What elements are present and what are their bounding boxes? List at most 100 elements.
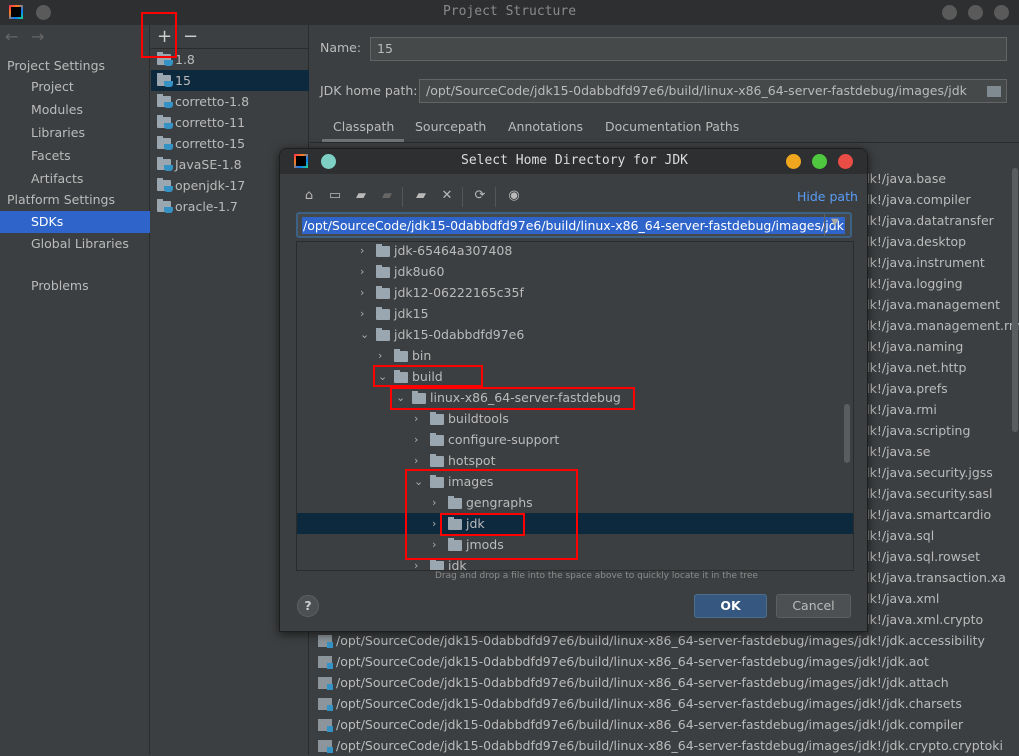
browse-folder-icon[interactable] bbox=[987, 86, 1001, 97]
chevron-right-icon[interactable]: › bbox=[360, 242, 370, 261]
jdk-folder-icon bbox=[157, 178, 173, 192]
chevron-right-icon[interactable]: › bbox=[360, 303, 370, 324]
sidebar-item-libraries[interactable]: Libraries bbox=[0, 122, 150, 144]
chevron-right-icon[interactable]: › bbox=[414, 429, 424, 450]
folder-icon bbox=[376, 265, 390, 278]
path-input[interactable]: /opt/SourceCode/jdk15-0dabbdfd97e6/build… bbox=[302, 217, 845, 234]
folder-icon bbox=[430, 412, 444, 425]
remove-sdk-button[interactable]: − bbox=[183, 26, 198, 47]
chevron-right-icon[interactable]: › bbox=[414, 408, 424, 429]
section-project-settings: Project Settings bbox=[7, 58, 106, 73]
folder-icon bbox=[430, 559, 444, 570]
tree-node[interactable]: › bin bbox=[297, 345, 853, 366]
forward-arrow-icon[interactable]: → bbox=[31, 27, 44, 46]
sidebar-item-problems[interactable]: Problems bbox=[0, 275, 150, 297]
ok-button[interactable]: OK bbox=[694, 594, 767, 618]
tree-node[interactable]: › jdk15 bbox=[297, 303, 853, 324]
chevron-right-icon[interactable]: › bbox=[360, 282, 370, 303]
chevron-right-icon[interactable]: › bbox=[360, 261, 370, 282]
tree-node-label: hotspot bbox=[448, 453, 496, 468]
name-label: Name: bbox=[320, 40, 362, 55]
sidebar-item-sdks[interactable]: SDKs bbox=[0, 211, 150, 233]
highlight-add-button bbox=[141, 12, 177, 58]
classpath-path: /opt/SourceCode/jdk15-0dabbdfd97e6/build… bbox=[336, 696, 962, 711]
folder-icon bbox=[430, 454, 444, 467]
jdk-home-label: JDK home path: bbox=[320, 83, 418, 98]
highlight-linux-x86-64 bbox=[390, 387, 635, 410]
sdk-item-label: corretto-1.8 bbox=[175, 94, 250, 109]
classpath-scrollbar[interactable] bbox=[1012, 168, 1018, 432]
home-icon[interactable]: ⌂ bbox=[302, 189, 316, 203]
sidebar-item-facets[interactable]: Facets bbox=[0, 145, 150, 167]
highlight-build bbox=[373, 365, 483, 387]
minimize-button[interactable] bbox=[786, 154, 801, 169]
close-button[interactable] bbox=[994, 5, 1009, 20]
maximize-button[interactable] bbox=[968, 5, 983, 20]
project-folder-icon[interactable]: ▰ bbox=[354, 189, 368, 203]
jdk-folder-icon bbox=[157, 157, 173, 171]
chevron-right-icon[interactable]: › bbox=[414, 450, 424, 471]
sdk-item-label: openjdk-17 bbox=[175, 178, 246, 193]
dialog-title-bar: Select Home Directory for JDK bbox=[280, 149, 867, 174]
tree-node[interactable]: › jdk8u60 bbox=[297, 261, 853, 282]
tree-node[interactable]: › configure-support bbox=[297, 429, 853, 450]
chevron-down-icon[interactable]: ⌄ bbox=[360, 324, 370, 345]
tree-node-label: jdk12-06222165c35f bbox=[394, 285, 524, 300]
close-button[interactable] bbox=[838, 154, 853, 169]
refresh-icon[interactable]: ⟳ bbox=[473, 189, 487, 203]
delete-icon[interactable]: ✕ bbox=[440, 189, 454, 203]
sdk-item[interactable]: corretto-11 bbox=[151, 112, 309, 133]
sidebar-item-project[interactable]: Project bbox=[0, 76, 150, 98]
sdk-item-label: 1.8 bbox=[175, 52, 195, 67]
chevron-right-icon[interactable]: › bbox=[378, 345, 388, 366]
sdk-item-label: oracle-1.7 bbox=[175, 199, 238, 214]
jar-folder-icon bbox=[318, 635, 333, 648]
sidebar: ← → Project Settings Project Modules Lib… bbox=[0, 25, 150, 755]
chevron-down-icon[interactable]: ▼ bbox=[831, 217, 839, 228]
tree-node[interactable]: › hotspot bbox=[297, 450, 853, 471]
folder-icon bbox=[430, 433, 444, 446]
tab-documentation-paths[interactable]: Documentation Paths bbox=[605, 119, 739, 134]
sdk-item-label: JavaSE-1.8 bbox=[175, 157, 242, 172]
back-arrow-icon[interactable]: ← bbox=[5, 27, 18, 46]
tab-sourcepath[interactable]: Sourcepath bbox=[415, 119, 486, 134]
tab-classpath[interactable]: Classpath bbox=[333, 119, 394, 134]
classpath-path: /opt/SourceCode/jdk15-0dabbdfd97e6/build… bbox=[336, 675, 949, 690]
tree-scrollbar[interactable] bbox=[844, 404, 850, 463]
sdk-item[interactable]: 15 bbox=[151, 70, 309, 91]
folder-icon bbox=[376, 286, 390, 299]
desktop-icon[interactable]: ▭ bbox=[328, 189, 342, 203]
tab-annotations[interactable]: Annotations bbox=[508, 119, 583, 134]
sdk-item[interactable]: corretto-1.8 bbox=[151, 91, 309, 112]
classpath-path: /opt/SourceCode/jdk15-0dabbdfd97e6/build… bbox=[336, 717, 964, 732]
sidebar-item-modules[interactable]: Modules bbox=[0, 99, 150, 121]
tree-node[interactable]: › jdk12-06222165c35f bbox=[297, 282, 853, 303]
tree-node[interactable]: › buildtools bbox=[297, 408, 853, 429]
folder-icon bbox=[376, 328, 390, 341]
jdk-folder-icon bbox=[157, 94, 173, 108]
cancel-button[interactable]: Cancel bbox=[776, 594, 851, 618]
classpath-path: /opt/SourceCode/jdk15-0dabbdfd97e6/build… bbox=[336, 738, 1003, 753]
classpath-path: /opt/SourceCode/jdk15-0dabbdfd97e6/build… bbox=[336, 654, 929, 669]
jdk-home-input[interactable]: /opt/SourceCode/jdk15-0dabbdfd97e6/build… bbox=[419, 79, 1007, 103]
classpath-path: /opt/SourceCode/jdk15-0dabbdfd97e6/build… bbox=[336, 633, 985, 648]
hide-path-link[interactable]: Hide path bbox=[797, 189, 858, 204]
maximize-button[interactable] bbox=[812, 154, 827, 169]
folder-icon bbox=[394, 349, 408, 362]
tree-node-label: bin bbox=[412, 348, 432, 363]
hint-text: Drag and drop a file into the space abov… bbox=[435, 571, 758, 581]
minimize-button[interactable] bbox=[942, 5, 957, 20]
jar-folder-icon bbox=[318, 656, 333, 669]
sdk-item-label: 15 bbox=[175, 73, 191, 88]
show-hidden-icon[interactable]: ◉ bbox=[507, 189, 521, 203]
path-combobox[interactable]: /opt/SourceCode/jdk15-0dabbdfd97e6/build… bbox=[296, 212, 852, 238]
tree-node[interactable]: › jdk-65464a307408 bbox=[297, 242, 853, 261]
sidebar-item-global-libraries[interactable]: Global Libraries bbox=[0, 233, 150, 255]
new-folder-icon[interactable]: ▰ bbox=[414, 189, 428, 203]
tree-node-label: jdk15-0dabbdfd97e6 bbox=[394, 327, 525, 342]
tree-node[interactable]: ⌄ jdk15-0dabbdfd97e6 bbox=[297, 324, 853, 345]
help-button[interactable]: ? bbox=[297, 595, 319, 617]
sidebar-item-artifacts[interactable]: Artifacts bbox=[0, 168, 150, 190]
tree-node-label: buildtools bbox=[448, 411, 509, 426]
name-input[interactable]: 15 bbox=[370, 37, 1007, 61]
